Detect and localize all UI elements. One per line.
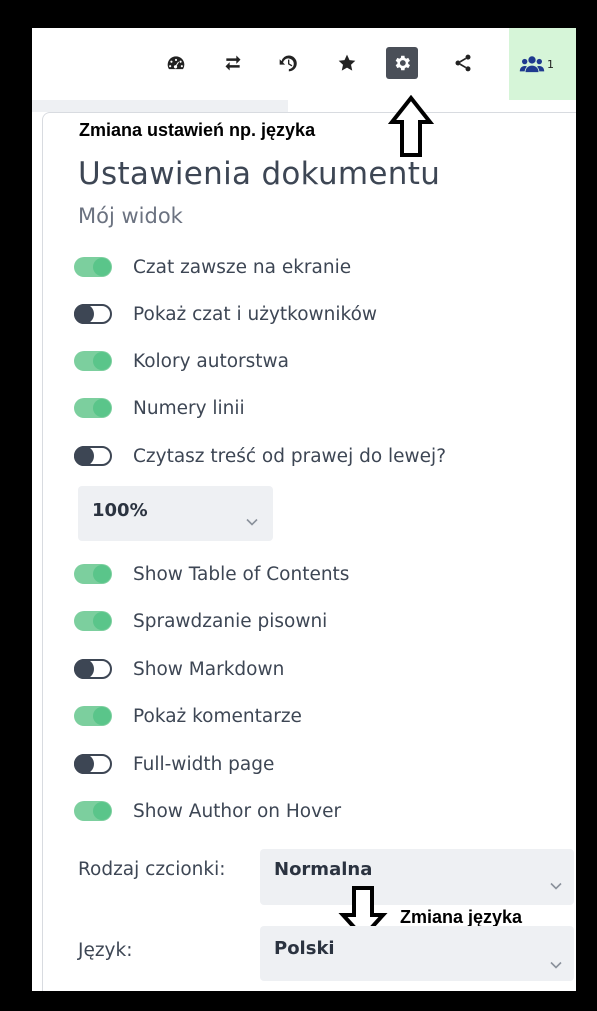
chevron-down-icon [550,875,562,890]
language-value: Polski [274,938,335,959]
settings-window: 1 Zmiana ustawień np. języka Ustawienia … [32,28,576,991]
toggle-switch[interactable] [74,398,112,418]
toggle-switch[interactable] [74,304,112,324]
toggle-row-full-width[interactable]: Full-width page [74,749,274,779]
language-label: Język: [78,940,133,961]
toggle-label: Numery linii [133,397,245,419]
chevron-down-icon [550,954,562,969]
toggle-row-show-chat-users[interactable]: Pokaż czat i użytkowników [74,299,377,329]
zoom-value: 100% [92,500,148,521]
toggle-row-line-numbers[interactable]: Numery linii [74,393,245,423]
users-button[interactable]: 1 [509,28,576,100]
toggle-row-rtl[interactable]: Czytasz treść od prawej do lewej? [74,441,446,471]
toggle-label: Show Markdown [133,658,285,680]
toggle-switch[interactable] [74,754,112,774]
share-icon[interactable] [448,48,478,78]
toggle-label: Show Author on Hover [133,800,342,822]
language-select[interactable]: Polski [260,926,574,981]
toggle-row-comments[interactable]: Pokaż komentarze [74,701,302,731]
page-title: Ustawienia dokumentu [78,156,441,192]
toggle-label: Czytasz treść od prawej do lewej? [133,445,447,467]
users-count: 1 [547,57,554,71]
swap-icon[interactable] [218,48,248,78]
arrow-up-icon [388,95,434,157]
toggle-label: Pokaż komentarze [133,705,302,727]
toggle-row-spellcheck[interactable]: Sprawdzanie pisowni [74,606,327,636]
font-value: Normalna [274,859,373,880]
zoom-select[interactable]: 100% [78,486,273,541]
toggle-label: Czat zawsze na ekranie [133,256,352,278]
toggle-label: Pokaż czat i użytkowników [133,303,378,325]
toggle-switch[interactable] [74,564,112,584]
chevron-down-icon [246,511,258,526]
toggle-label: Show Table of Contents [133,563,350,585]
dashboard-icon[interactable] [161,48,191,78]
star-icon[interactable] [332,48,362,78]
toolbar-divider [32,100,288,112]
font-label: Rodzaj czcionki: [78,859,226,880]
gear-icon[interactable] [386,47,418,79]
toggle-row-author-hover[interactable]: Show Author on Hover [74,796,341,826]
toggle-label: Kolory autorstwa [133,350,290,372]
toggle-switch[interactable] [74,257,112,277]
toggle-row-chat-always[interactable]: Czat zawsze na ekranie [74,252,351,282]
toggle-row-toc[interactable]: Show Table of Contents [74,559,349,589]
toggle-switch[interactable] [74,801,112,821]
toggle-row-author-colors[interactable]: Kolory autorstwa [74,346,289,376]
users-icon [519,56,545,73]
toggle-switch[interactable] [74,351,112,371]
toggle-row-markdown[interactable]: Show Markdown [74,654,284,684]
section-title: Mój widok [78,204,183,228]
toggle-switch[interactable] [74,659,112,679]
toggle-switch[interactable] [74,706,112,726]
toolbar: 1 [32,28,576,100]
history-icon[interactable] [273,48,303,78]
annotation-top: Zmiana ustawień np. języka [79,120,316,140]
toggle-label: Full-width page [133,753,275,775]
toggle-switch[interactable] [74,611,112,631]
annotation-bottom: Zmiana języka [400,907,523,927]
toggle-switch[interactable] [74,446,112,466]
font-select[interactable]: Normalna [260,849,574,905]
toggle-label: Sprawdzanie pisowni [133,610,328,632]
